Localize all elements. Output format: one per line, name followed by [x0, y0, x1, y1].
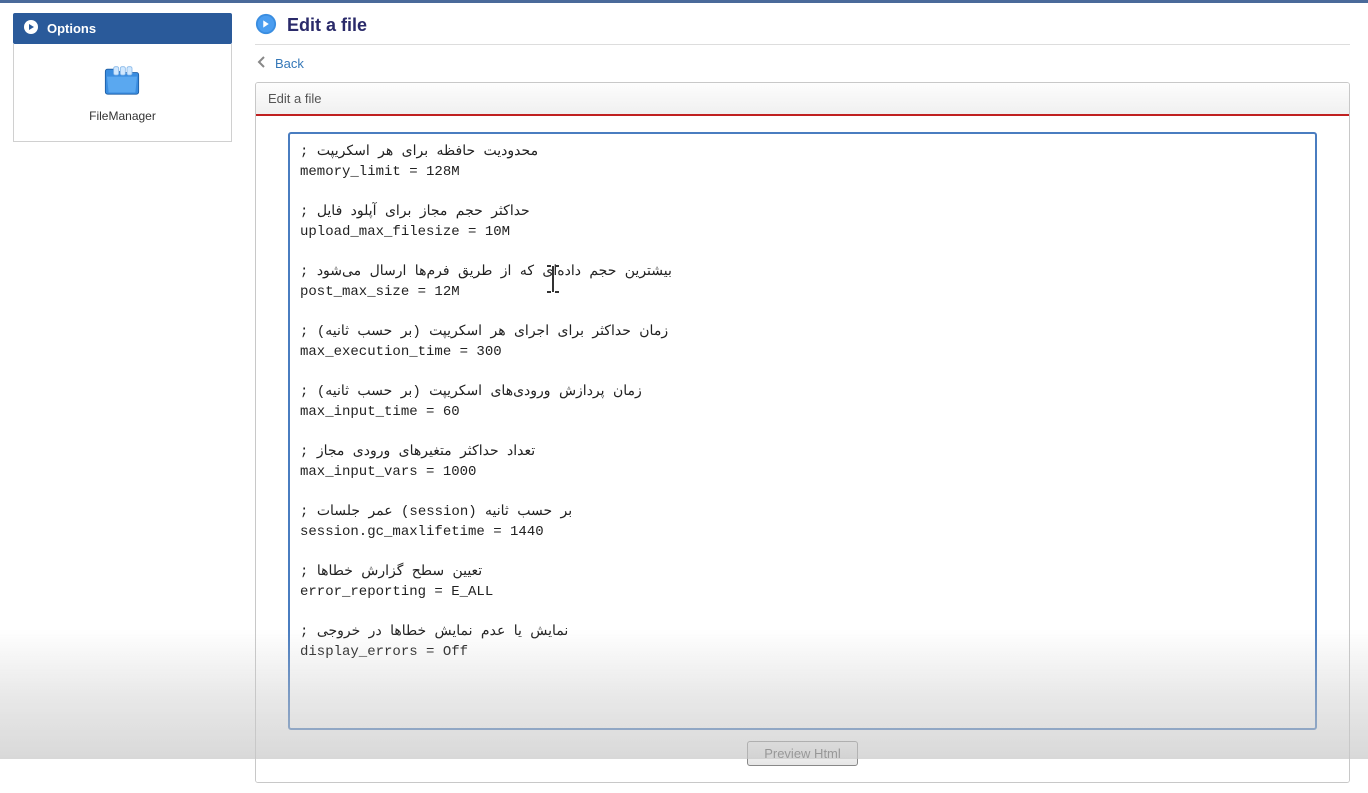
edit-file-panel: Edit a file Preview Html — [255, 82, 1350, 783]
options-header: Options — [13, 13, 232, 44]
toggle-icon[interactable] — [23, 19, 39, 38]
folder-icon — [102, 62, 142, 101]
file-manager-label: FileManager — [89, 109, 156, 123]
panel-header: Edit a file — [256, 83, 1349, 116]
preview-row: Preview Html — [288, 733, 1317, 766]
sidebar: Options FileManager — [0, 3, 245, 793]
back-link[interactable]: Back — [275, 56, 304, 71]
back-arrow-icon[interactable] — [255, 55, 269, 72]
sidebar-body: FileManager — [13, 44, 232, 142]
preview-html-button[interactable]: Preview Html — [747, 741, 858, 766]
page-title: Edit a file — [287, 15, 367, 36]
file-manager-item[interactable]: FileManager — [89, 62, 156, 123]
panel-body: Preview Html — [256, 116, 1349, 782]
page-title-row: Edit a file — [255, 13, 1350, 45]
back-row: Back — [255, 45, 1350, 82]
main-content: Edit a file Back Edit a file Preview Htm… — [245, 3, 1368, 793]
file-editor-textarea[interactable] — [288, 132, 1317, 730]
arrow-circle-icon — [255, 13, 277, 38]
options-label: Options — [47, 21, 96, 36]
